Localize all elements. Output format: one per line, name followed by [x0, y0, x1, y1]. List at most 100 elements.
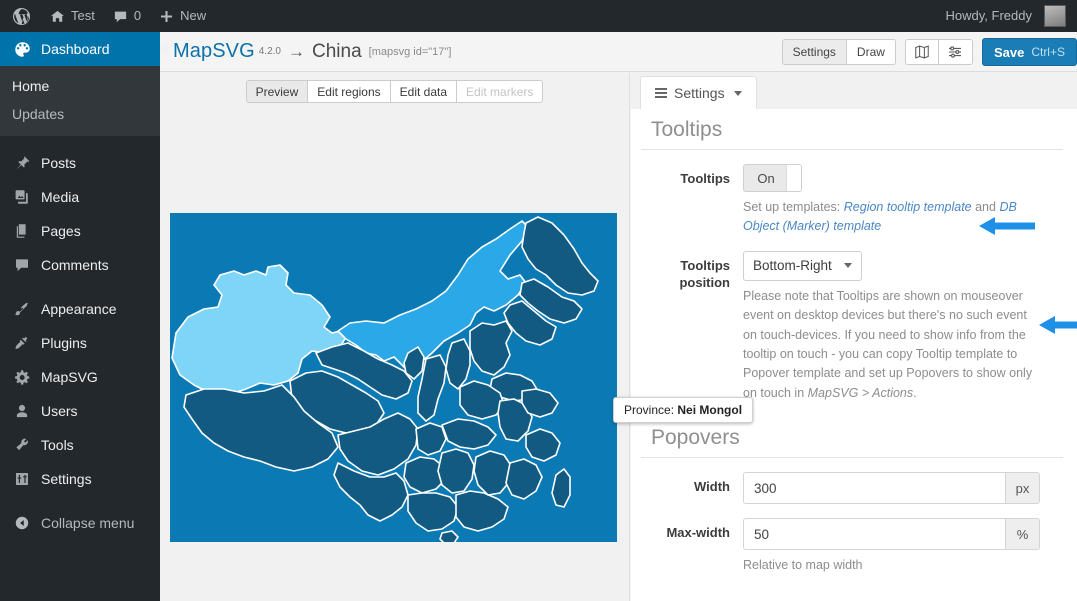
- region-guangdong: [455, 490, 509, 532]
- mapsvg-brand[interactable]: MapSVG: [173, 40, 255, 63]
- map-options-icon-button[interactable]: [938, 39, 973, 65]
- sidebar-separator: [0, 282, 160, 292]
- field-control-tooltips-position: Bottom-Right Please note that Tooltips a…: [743, 250, 1063, 403]
- comments-button[interactable]: 0: [104, 0, 150, 32]
- map-shortcode: [mapsvg id="17"]: [368, 45, 452, 58]
- preview-pane: Preview Edit regions Edit data Edit mark…: [160, 73, 754, 601]
- chevron-down-icon: [733, 90, 742, 96]
- popover-width-unit: px: [1006, 472, 1040, 504]
- sidebar-subitem-updates[interactable]: Updates: [0, 100, 160, 128]
- sidebar-item-media[interactable]: Media: [0, 180, 160, 214]
- help-tail: .: [913, 385, 917, 400]
- sidebar-item-label: Tools: [41, 437, 74, 453]
- tab-edit-regions[interactable]: Edit regions: [308, 80, 391, 103]
- sidebar-item-label: Appearance: [41, 301, 117, 317]
- sidebar-subitem-home[interactable]: Home: [0, 72, 160, 100]
- avatar: [1044, 5, 1066, 27]
- region-fujian: [505, 458, 543, 500]
- popover-maxwidth-group: %: [743, 518, 1040, 550]
- wrench-icon: [12, 437, 32, 453]
- help-mid: and: [971, 200, 1000, 214]
- map-canvas[interactable]: [170, 213, 617, 542]
- sidebar-item-comments[interactable]: Comments: [0, 248, 160, 282]
- howdy-label: Howdy, Freddy: [945, 8, 1032, 23]
- site-name-label: Test: [71, 8, 95, 23]
- region-tooltip-template-link[interactable]: Region tooltip template: [844, 200, 972, 214]
- settings-mode-button[interactable]: Settings: [781, 39, 847, 65]
- china-map-svg: [171, 216, 599, 542]
- field-label-popover-maxwidth: Max-width: [666, 525, 730, 540]
- home-icon: [50, 9, 65, 24]
- field-label-popover-width: Width: [694, 479, 730, 494]
- toggle-knob: [786, 165, 801, 191]
- comment-bubble-icon: [113, 9, 128, 24]
- annotation-arrow-tooltips-position: [1039, 314, 1077, 336]
- sliders-icon: [12, 471, 32, 487]
- sidebar-item-users[interactable]: Users: [0, 394, 160, 428]
- sidebar-subitem-label: Home: [12, 78, 50, 94]
- popover-maxwidth-input[interactable]: [743, 518, 1006, 550]
- new-content-button[interactable]: New: [150, 0, 215, 32]
- field-label-tooltips-position: Tooltips position: [679, 257, 730, 291]
- sidebar-subitem-label: Updates: [12, 106, 65, 122]
- chevron-down-icon: [843, 263, 852, 269]
- brush-icon: [12, 301, 32, 317]
- sidebar-item-label: Collapse menu: [41, 515, 135, 531]
- new-content-label: New: [180, 8, 207, 23]
- hamburger-icon: [655, 88, 667, 98]
- save-shortcut-label: Ctrl+S: [1031, 45, 1065, 59]
- header-actions: Settings Draw Save Ctrl+S: [781, 32, 1077, 72]
- folded-map-icon-button[interactable]: [904, 39, 939, 65]
- sidebar-item-mapsvg[interactable]: MapSVG: [0, 360, 160, 394]
- comment-bubble-icon: [12, 257, 32, 273]
- map-tooltip: Province: Nei Mongol: [613, 397, 754, 423]
- wordpress-logo-button[interactable]: [0, 0, 41, 32]
- region-hubei: [441, 418, 497, 450]
- sidebar-item-posts[interactable]: Posts: [0, 146, 160, 180]
- region-taiwan: [551, 468, 571, 508]
- tab-edit-markers: Edit markers: [457, 80, 544, 103]
- mode-button-group: Settings Draw: [781, 39, 896, 65]
- tooltips-position-help-text: Please note that Tooltips are shown on m…: [743, 287, 1043, 403]
- settings-pane: Settings Tooltips Tooltips On Set up tem…: [631, 73, 1077, 601]
- help-prefix: Set up templates:: [743, 200, 844, 214]
- sidebar-item-appearance[interactable]: Appearance: [0, 292, 160, 326]
- sliders-icon: [947, 44, 963, 60]
- plug-icon: [12, 335, 32, 351]
- popover-maxwidth-unit: %: [1006, 518, 1040, 550]
- sidebar-item-tools[interactable]: Tools: [0, 428, 160, 462]
- pages-icon: [12, 223, 32, 239]
- field-row-tooltips-position: Tooltips position Bottom-Right Please no…: [631, 237, 1063, 403]
- plus-icon: [159, 9, 174, 24]
- sidebar-item-label: Settings: [41, 471, 92, 487]
- sidebar-item-pages[interactable]: Pages: [0, 214, 160, 248]
- sidebar-item-dashboard[interactable]: Dashboard: [0, 32, 168, 66]
- sidebar-item-settings[interactable]: Settings: [0, 462, 160, 496]
- mapsvg-version: 4.2.0: [258, 46, 281, 57]
- sidebar-item-plugins[interactable]: Plugins: [0, 326, 160, 360]
- region-shanxi: [445, 338, 471, 390]
- tab-preview[interactable]: Preview: [245, 80, 309, 103]
- sidebar-item-label: Plugins: [41, 335, 87, 351]
- tooltips-position-select[interactable]: Bottom-Right: [743, 250, 862, 281]
- sidebar-item-collapse-menu[interactable]: Collapse menu: [0, 506, 160, 540]
- tooltips-toggle[interactable]: On: [743, 164, 802, 192]
- region-zhejiang: [525, 428, 561, 462]
- region-hebei: [469, 320, 513, 376]
- tab-edit-data[interactable]: Edit data: [390, 80, 458, 103]
- region-hunan: [437, 448, 475, 494]
- popover-width-input[interactable]: [743, 472, 1006, 504]
- save-button[interactable]: Save Ctrl+S: [981, 38, 1077, 66]
- site-name-button[interactable]: Test: [41, 0, 104, 32]
- gear-icon: [12, 369, 32, 386]
- region-chongqing: [415, 422, 447, 456]
- tooltip-label: Province:: [624, 403, 675, 417]
- main-content: MapSVG 4.2.0 → China [mapsvg id="17"] Se…: [160, 32, 1077, 601]
- wordpress-logo-icon: [12, 7, 31, 26]
- draw-mode-button[interactable]: Draw: [846, 39, 896, 65]
- account-menu[interactable]: Howdy, Freddy: [937, 0, 1077, 32]
- region-hainan: [439, 530, 459, 542]
- settings-dropdown-tab[interactable]: Settings: [640, 76, 757, 109]
- user-icon: [12, 403, 32, 419]
- dashboard-icon: [12, 41, 32, 58]
